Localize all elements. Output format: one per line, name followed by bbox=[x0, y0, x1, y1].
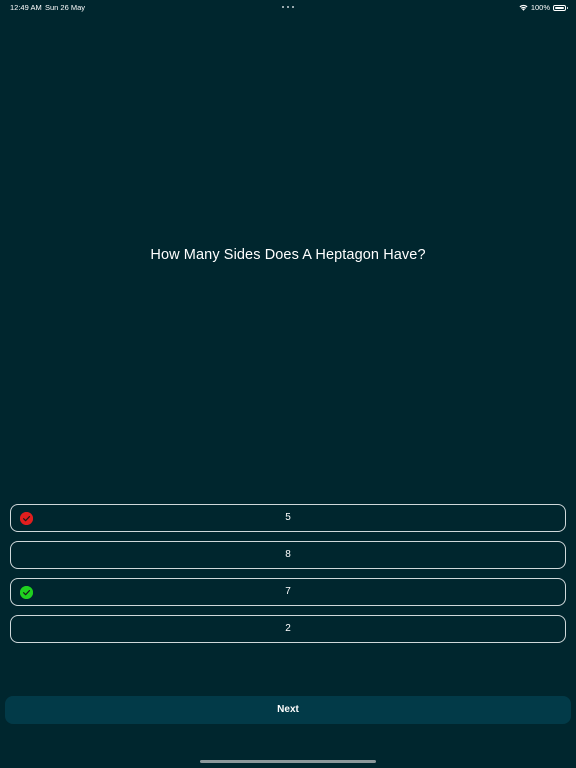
status-date: Sun 26 May bbox=[45, 3, 86, 12]
next-button[interactable]: Next bbox=[5, 696, 571, 724]
battery-icon bbox=[553, 4, 568, 11]
home-indicator[interactable] bbox=[200, 760, 376, 763]
answer-label: 2 bbox=[285, 623, 291, 634]
answer-label: 8 bbox=[285, 549, 291, 560]
answer-label: 7 bbox=[285, 586, 291, 597]
status-bar: 12:49 AM Sun 26 May 100% bbox=[0, 0, 576, 14]
next-button-label: Next bbox=[277, 704, 299, 715]
status-time: 12:49 AM bbox=[10, 3, 42, 12]
answer-option-2[interactable]: 8 bbox=[10, 541, 566, 569]
answer-option-3[interactable]: 7 bbox=[10, 578, 566, 606]
question-text: How Many Sides Does A Heptagon Have? bbox=[150, 247, 426, 263]
status-indicators: 100% bbox=[519, 3, 568, 12]
quiz-screen: 12:49 AM Sun 26 May 100% How Many Sides … bbox=[0, 0, 576, 768]
battery-fill bbox=[555, 6, 564, 9]
multitasking-dots-icon[interactable] bbox=[282, 6, 294, 8]
answer-option-1[interactable]: 5 bbox=[10, 504, 566, 532]
wifi-icon bbox=[519, 4, 528, 11]
answer-option-4[interactable]: 2 bbox=[10, 615, 566, 643]
answer-label: 5 bbox=[285, 512, 291, 523]
battery-percent: 100% bbox=[530, 3, 550, 12]
